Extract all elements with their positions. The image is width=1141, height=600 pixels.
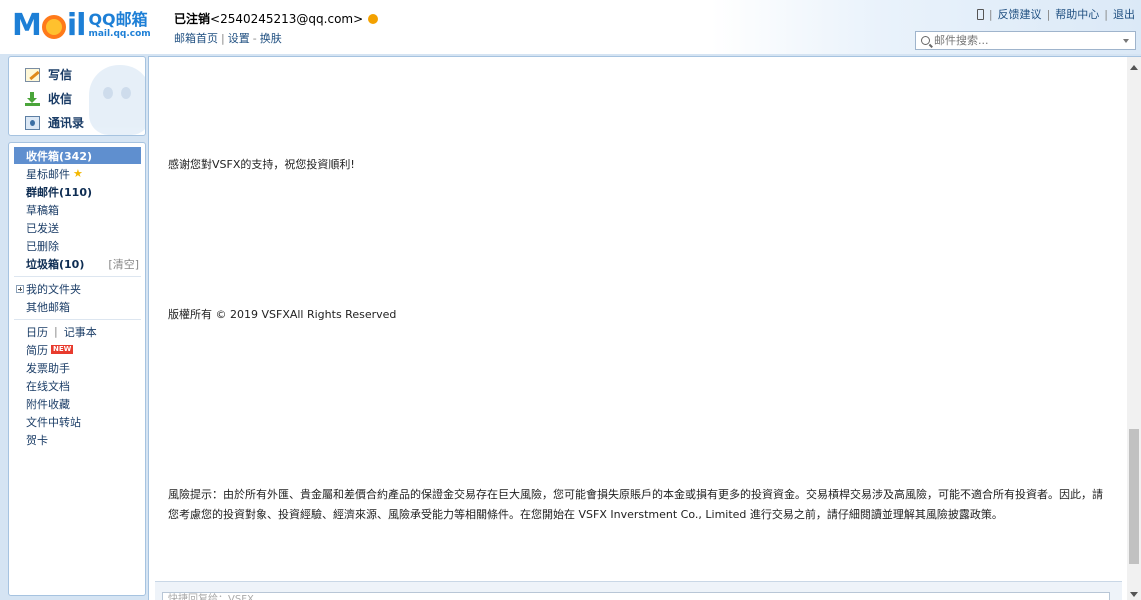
expand-plus-icon[interactable]: [16, 284, 24, 293]
risk-warning-line: 風險提示：由於所有外匯、貴金屬和差價合約產品的保證金交易存在巨大風險，您可能會損…: [168, 488, 1103, 501]
folder-spam[interactable]: 垃圾箱(10) [清空]: [14, 255, 141, 272]
divider: [14, 319, 141, 320]
folder-drafts[interactable]: 草稿箱: [14, 201, 141, 218]
clear-spam-link[interactable]: [清空]: [108, 256, 139, 272]
change-skin-link[interactable]: 换肤: [260, 32, 282, 45]
folder-deleted[interactable]: 已删除: [14, 237, 141, 254]
logo-mark-end: il: [66, 7, 87, 43]
mail-search-box[interactable]: [915, 31, 1136, 50]
scroll-thumb[interactable]: [1129, 429, 1139, 564]
receive-mail-button[interactable]: 收信: [25, 90, 72, 107]
warning-icon[interactable]: [368, 13, 379, 24]
app-invoice-assistant[interactable]: 发票助手: [14, 359, 141, 376]
penguin-mascot-icon: [89, 65, 145, 135]
phone-icon[interactable]: [976, 8, 984, 20]
mail-search-input[interactable]: [934, 32, 1114, 49]
email-copyright-text: 版權所有 © 2019 VSFXAll Rights Reserved: [168, 308, 397, 321]
app-greeting-cards[interactable]: 贺卡: [14, 431, 141, 448]
app-calendar-notes: 日历 | 记事本: [26, 324, 97, 340]
folder-other-mailbox[interactable]: 其他邮箱: [14, 298, 141, 315]
download-icon: [25, 91, 40, 106]
header: M il QQ邮箱 mail.qq.com 已注销 <2540245213@qq…: [0, 0, 1141, 54]
quick-reply-bar: 快捷回复给：VSFX: [155, 581, 1122, 600]
scroll-up-icon[interactable]: [1130, 65, 1138, 70]
risk-warning-line: 您考慮您的投資對象、投資經驗、經濟來源、風險承受能力等相關條件。在您開始在 VS…: [168, 508, 1003, 521]
quick-reply-input[interactable]: 快捷回复给：VSFX: [162, 592, 1110, 600]
settings-link[interactable]: 设置: [228, 32, 250, 45]
email-risk-warning: 風險提示：由於所有外匯、貴金屬和差價合約產品的保證金交易存在巨大風險，您可能會損…: [168, 485, 1118, 525]
new-badge: NEW: [51, 345, 74, 354]
logo-brand: QQ邮箱: [88, 9, 148, 29]
feedback-link[interactable]: 反馈建议: [998, 6, 1042, 22]
folder-my-folders[interactable]: 我的文件夹: [14, 280, 141, 297]
contacts-button[interactable]: 通讯录: [25, 114, 84, 131]
mailbox-home-link[interactable]: 邮箱首页: [174, 32, 218, 45]
logo-domain: mail.qq.com: [88, 28, 151, 39]
contacts-icon: [25, 115, 40, 130]
logo-mark: M: [12, 7, 42, 43]
email-thanks-text: 感谢您對VSFX的支持，祝您投資順利!: [168, 158, 355, 171]
app-file-transfer[interactable]: 文件中转站: [14, 413, 141, 430]
logout-link[interactable]: 退出: [1113, 6, 1135, 22]
app-attachment-favorites[interactable]: 附件收藏: [14, 395, 141, 412]
app-online-docs[interactable]: 在线文档: [14, 377, 141, 394]
star-icon: ★: [73, 167, 83, 180]
folder-starred[interactable]: 星标邮件 ★: [14, 165, 141, 182]
calendar-link[interactable]: 日历: [26, 324, 48, 340]
app-resume[interactable]: 简历 NEW: [14, 341, 141, 358]
folder-list: 收件箱(342) 星标邮件 ★ 群邮件(110) 草稿箱 已发送 已删除 垃圾箱(…: [8, 142, 146, 596]
write-mail-button[interactable]: 写信: [25, 66, 72, 83]
email-content-pane: 感谢您對VSFX的支持，祝您投資順利! 版權所有 © 2019 VSFXAll …: [148, 56, 1141, 600]
account-status: 已注销: [174, 12, 211, 26]
account-info: 已注销 <2540245213@qq.com> 邮箱首页 | 设置 - 换肤: [174, 10, 379, 46]
top-links: | 反馈建议 | 帮助中心 | 退出: [976, 6, 1135, 22]
scroll-down-icon[interactable]: [1130, 592, 1138, 597]
chevron-down-icon[interactable]: [1123, 39, 1129, 43]
logo-o-icon: [41, 15, 66, 39]
divider: [14, 276, 141, 277]
sidebar-actions: 写信 收信 通讯录: [8, 56, 146, 136]
notes-link[interactable]: 记事本: [64, 324, 97, 340]
folder-group-mail[interactable]: 群邮件(110): [14, 183, 141, 200]
qqmail-logo[interactable]: M il QQ邮箱 mail.qq.com: [12, 7, 151, 43]
search-icon: [921, 36, 930, 45]
folder-inbox[interactable]: 收件箱(342): [14, 147, 141, 164]
folder-sent[interactable]: 已发送: [14, 219, 141, 236]
account-email: <2540245213@qq.com>: [210, 11, 364, 26]
help-center-link[interactable]: 帮助中心: [1055, 6, 1099, 22]
sidebar: 写信 收信 通讯录 收件箱(342) 星标邮件 ★ 群邮件(110) 草稿箱 已发…: [8, 56, 146, 596]
vertical-scrollbar[interactable]: [1127, 57, 1141, 600]
write-icon: [25, 67, 40, 82]
